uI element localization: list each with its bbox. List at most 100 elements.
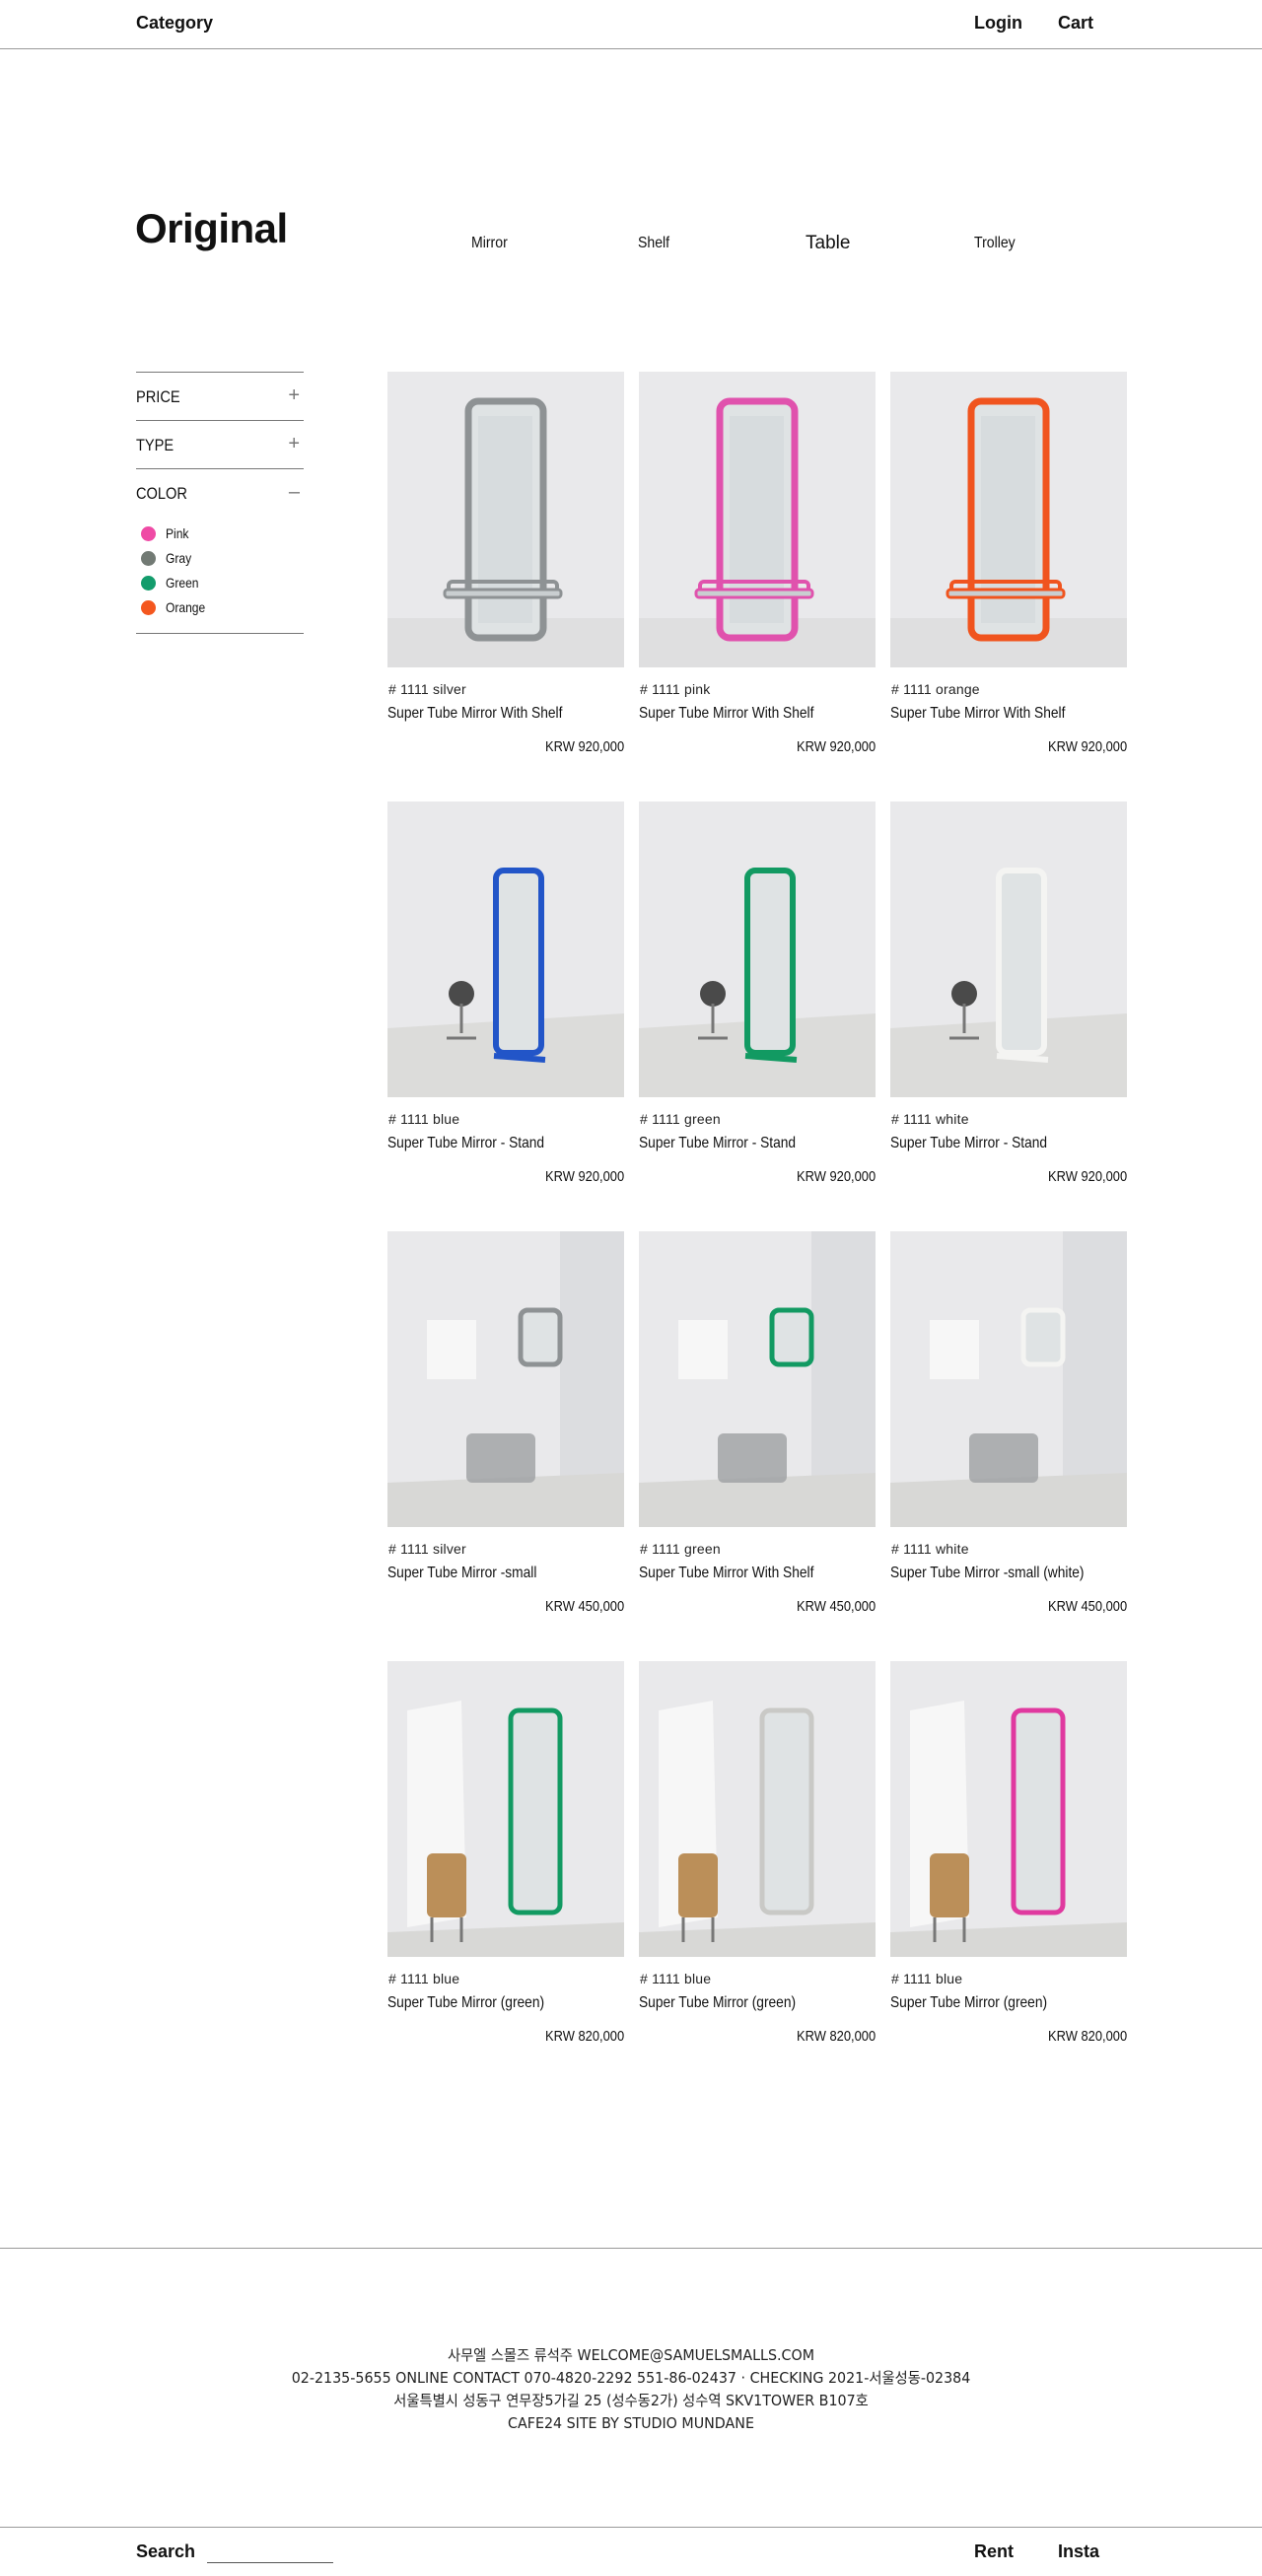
color-options: Pink Gray Green Orange: [136, 517, 304, 634]
product-price: KRW 920,000: [1047, 1168, 1127, 1185]
collapse-icon[interactable]: –: [289, 481, 300, 504]
product-name[interactable]: Super Tube Mirror (green): [890, 1994, 1047, 2012]
bottom-bar: Search Rent Insta: [0, 2527, 1262, 2576]
color-swatch: [141, 576, 156, 591]
product-code: # 1111 blue: [388, 1111, 460, 1127]
product-code: # 1111 green: [640, 1541, 721, 1557]
filter-type[interactable]: TYPE +: [136, 420, 304, 468]
color-swatch: [141, 526, 156, 541]
color-option-gray[interactable]: Gray: [136, 547, 304, 572]
rent-link[interactable]: Rent: [974, 2541, 1014, 2562]
filter-color-label: COLOR: [136, 484, 188, 503]
footer-divider: [0, 2248, 1262, 2249]
filter-price[interactable]: PRICE +: [136, 372, 304, 420]
product-code: # 1111 silver: [388, 1541, 466, 1557]
cart-link[interactable]: Cart: [1058, 13, 1093, 34]
product-card[interactable]: # 1111 white Super Tube Mirror - Stand KRW…: [890, 801, 1127, 1196]
product-image[interactable]: [639, 801, 876, 1097]
product-price: KRW 450,000: [1047, 1598, 1127, 1615]
product-name[interactable]: Super Tube Mirror With Shelf: [639, 705, 813, 723]
product-card[interactable]: # 1111 blue Super Tube Mirror - Stand KRW …: [387, 801, 624, 1196]
product-price: KRW 450,000: [796, 1598, 876, 1615]
product-name[interactable]: Super Tube Mirror - Stand: [639, 1135, 796, 1152]
product-name[interactable]: Super Tube Mirror With Shelf: [890, 705, 1065, 723]
product-card[interactable]: # 1111 blue Super Tube Mirror (green) KRW …: [639, 1661, 876, 2055]
product-code: # 1111 blue: [640, 1971, 712, 1986]
product-name[interactable]: Super Tube Mirror - Stand: [387, 1135, 544, 1152]
product-image[interactable]: [890, 1661, 1127, 1957]
product-card[interactable]: # 1111 green Super Tube Mirror - Stand KRW…: [639, 801, 876, 1196]
color-swatch: [141, 600, 156, 615]
product-price: KRW 920,000: [796, 738, 876, 755]
product-code: # 1111 blue: [891, 1971, 963, 1986]
subcategory-nav: Mirror Shelf Table Trolley: [0, 233, 1262, 256]
company-info: 사무엘 스몰즈 류석주 WELCOME@SAMUELSMALLS.COM 02-…: [32, 2344, 1230, 2435]
product-name[interactable]: Super Tube Mirror - Stand: [890, 1135, 1047, 1152]
company-info-line: 사무엘 스몰즈 류석주 WELCOME@SAMUELSMALLS.COM: [447, 2346, 815, 2364]
product-card[interactable]: # 1111 orange Super Tube Mirror With Shel…: [890, 372, 1127, 766]
product-code: # 1111 pink: [640, 681, 711, 697]
search-input[interactable]: [207, 2540, 333, 2563]
filter-price-label: PRICE: [136, 387, 180, 406]
product-price: KRW 920,000: [1047, 738, 1127, 755]
company-info-line: CAFE24 SITE BY STUDIO MUNDANE: [508, 2414, 754, 2432]
product-code: # 1111 orange: [891, 681, 980, 697]
color-option-label: Green: [166, 575, 199, 591]
product-card[interactable]: # 1111 blue Super Tube Mirror (green) KRW …: [387, 1661, 624, 2055]
search-label: Search: [136, 2541, 196, 2561]
product-card[interactable]: # 1111 white Super Tube Mirror -small (wh…: [890, 1231, 1127, 1626]
product-name[interactable]: Super Tube Mirror With Shelf: [387, 705, 562, 723]
color-swatch: [141, 551, 156, 566]
product-image[interactable]: [639, 372, 876, 667]
product-name[interactable]: Super Tube Mirror (green): [387, 1994, 544, 2012]
product-name[interactable]: Super Tube Mirror -small: [387, 1565, 536, 1582]
product-image[interactable]: [387, 1231, 624, 1527]
product-card[interactable]: # 1111 blue Super Tube Mirror (green) KRW …: [890, 1661, 1127, 2055]
product-name[interactable]: Super Tube Mirror -small (white): [890, 1565, 1085, 1582]
color-option-green[interactable]: Green: [136, 572, 304, 596]
product-code: # 1111 blue: [388, 1971, 460, 1986]
product-price: KRW 820,000: [544, 2028, 624, 2045]
product-image[interactable]: [890, 372, 1127, 667]
subnav-trolley[interactable]: Trolley: [974, 235, 1016, 252]
filter-type-label: TYPE: [136, 436, 175, 454]
color-option-orange[interactable]: Orange: [136, 596, 304, 621]
product-image[interactable]: [890, 1231, 1127, 1527]
filter-sidebar: PRICE + TYPE + COLOR – Pink Gray Green Oran…: [136, 372, 304, 634]
company-info-line: 서울특별시 성동구 연무장5가길 25 (성수동2가) 성수역 SKV1TOWE…: [393, 2392, 869, 2409]
category-link[interactable]: Category: [136, 13, 213, 34]
product-price: KRW 920,000: [796, 1168, 876, 1185]
product-card[interactable]: # 1111 silver Super Tube Mirror -small KRW…: [387, 1231, 624, 1626]
filter-color[interactable]: COLOR –: [136, 468, 304, 517]
subnav-mirror[interactable]: Mirror: [471, 235, 508, 252]
expand-icon[interactable]: +: [288, 433, 300, 455]
product-name[interactable]: Super Tube Mirror (green): [639, 1994, 796, 2012]
product-image[interactable]: [639, 1231, 876, 1527]
product-image[interactable]: [387, 1661, 624, 1957]
login-link[interactable]: Login: [974, 13, 1022, 34]
subnav-table[interactable]: Table: [806, 233, 850, 254]
product-card[interactable]: # 1111 green Super Tube Mirror With Shelf…: [639, 1231, 876, 1626]
expand-icon[interactable]: +: [288, 384, 300, 407]
product-image[interactable]: [890, 801, 1127, 1097]
product-price: KRW 920,000: [544, 1168, 624, 1185]
product-image[interactable]: [639, 1661, 876, 1957]
product-price: KRW 820,000: [1047, 2028, 1127, 2045]
top-header: Category Login Cart: [0, 0, 1262, 49]
product-image[interactable]: [387, 372, 624, 667]
color-option-label: Gray: [166, 550, 192, 566]
product-code: # 1111 green: [640, 1111, 721, 1127]
product-price: KRW 450,000: [544, 1598, 624, 1615]
color-option-pink[interactable]: Pink: [136, 522, 304, 547]
product-name[interactable]: Super Tube Mirror With Shelf: [639, 1565, 813, 1582]
product-image[interactable]: [387, 801, 624, 1097]
product-price: KRW 820,000: [796, 2028, 876, 2045]
subnav-shelf[interactable]: Shelf: [638, 235, 669, 252]
insta-link[interactable]: Insta: [1058, 2541, 1099, 2562]
color-option-label: Orange: [166, 599, 206, 615]
product-card[interactable]: # 1111 silver Super Tube Mirror With Shel…: [387, 372, 624, 766]
product-card[interactable]: # 1111 pink Super Tube Mirror With Shelf K…: [639, 372, 876, 766]
product-price: KRW 920,000: [544, 738, 624, 755]
color-option-label: Pink: [166, 525, 189, 541]
product-code: # 1111 white: [891, 1541, 969, 1557]
